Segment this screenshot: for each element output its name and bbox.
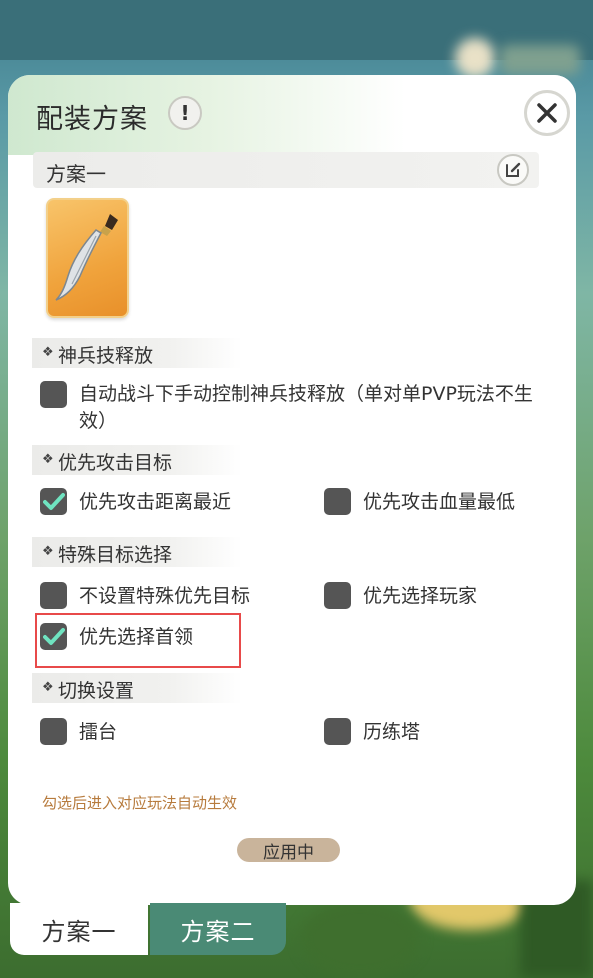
background-decor <box>500 45 580 75</box>
section-title: 优先攻击目标 <box>58 452 173 474</box>
background-decor <box>300 900 420 978</box>
close-button[interactable] <box>524 90 570 136</box>
background-decor <box>455 38 495 78</box>
edit-icon <box>506 162 521 177</box>
status-label: 应用中 <box>263 842 314 863</box>
close-icon <box>537 103 557 123</box>
checkbox[interactable] <box>40 718 67 745</box>
checkbox-checked[interactable] <box>40 488 67 515</box>
hint-text: 勾选后进入对应玩法自动生效 <box>42 794 238 812</box>
scheme-name-bar: 方案一 <box>33 152 539 188</box>
section-title: 神兵技释放 <box>58 345 154 367</box>
option-lowest-hp[interactable]: 优先攻击血量最低 <box>324 488 515 516</box>
blade-weapon-icon <box>55 214 118 301</box>
loadout-panel: 配装方案 ! 方案一 ❖ 神兵技释放 自动战斗下手动控制神兵技释放（单对单PVP… <box>8 75 576 905</box>
option-label: 历练塔 <box>363 721 421 743</box>
option-prefer-player[interactable]: 优先选择玩家 <box>324 582 477 610</box>
checkbox[interactable] <box>324 488 351 515</box>
checkbox[interactable] <box>40 381 67 408</box>
tab-scheme-1[interactable]: 方案一 <box>10 903 148 955</box>
weapon-slot[interactable] <box>46 198 129 318</box>
rename-button[interactable] <box>497 154 529 186</box>
option-arena[interactable]: 擂台 <box>40 718 117 746</box>
option-label: 优先选择玩家 <box>363 585 478 607</box>
diamond-icon: ❖ <box>42 544 54 559</box>
diamond-icon: ❖ <box>42 452 54 467</box>
option-label: 自动战斗下手动控制神兵技释放（单对单PVP玩法不生效） <box>79 383 533 432</box>
option-label: 优先攻击距离最近 <box>79 491 232 513</box>
checkbox[interactable] <box>324 718 351 745</box>
info-icon: ! <box>180 101 190 125</box>
option-no-special[interactable]: 不设置特殊优先目标 <box>40 582 250 610</box>
status-badge: 应用中 <box>237 838 340 863</box>
checkbox[interactable] <box>324 582 351 609</box>
section-header-special-target: ❖ 特殊目标选择 <box>32 537 242 567</box>
scheme-name: 方案一 <box>46 162 106 186</box>
diamond-icon: ❖ <box>42 680 54 695</box>
check-icon <box>43 493 65 510</box>
checkbox[interactable] <box>40 582 67 609</box>
option-trial-tower[interactable]: 历练塔 <box>324 718 420 746</box>
section-title: 特殊目标选择 <box>58 544 173 566</box>
tab-label: 方案二 <box>180 917 256 946</box>
tab-scheme-2[interactable]: 方案二 <box>150 903 286 955</box>
option-label: 优先攻击血量最低 <box>363 491 516 513</box>
section-header-skill: ❖ 神兵技释放 <box>32 338 242 368</box>
section-header-priority-target: ❖ 优先攻击目标 <box>32 445 242 475</box>
option-label: 不设置特殊优先目标 <box>79 585 251 607</box>
diamond-icon: ❖ <box>42 345 54 360</box>
option-manual-skill[interactable]: 自动战斗下手动控制神兵技释放（单对单PVP玩法不生效） <box>40 381 545 435</box>
info-button[interactable]: ! <box>168 96 202 130</box>
panel-title: 配装方案 <box>36 104 148 135</box>
option-label: 擂台 <box>79 721 118 743</box>
tab-label: 方案一 <box>41 917 117 946</box>
section-title: 切换设置 <box>58 680 135 702</box>
option-nearest[interactable]: 优先攻击距离最近 <box>40 488 231 516</box>
section-header-switch: ❖ 切换设置 <box>32 673 242 703</box>
highlight-box <box>35 613 241 668</box>
